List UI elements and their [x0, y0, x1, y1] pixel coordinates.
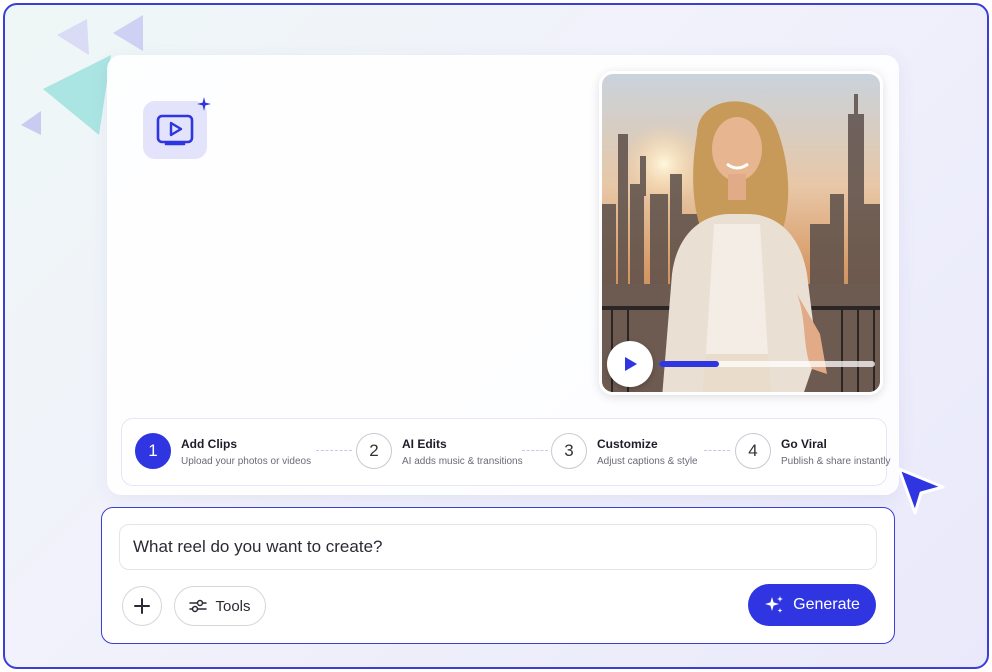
step-title: Add Clips	[181, 437, 237, 451]
prompt-input[interactable]	[119, 524, 877, 570]
step-description: Upload your photos or videos	[181, 456, 312, 467]
play-button[interactable]	[607, 341, 653, 387]
generate-button[interactable]: Generate	[748, 584, 876, 626]
add-button[interactable]	[122, 586, 162, 626]
step-title: Customize	[597, 437, 658, 451]
step-connector	[522, 450, 548, 451]
cursor-pointer-icon	[897, 467, 945, 515]
step-connector	[704, 450, 730, 451]
step-number: 4	[735, 433, 771, 469]
step-description: AI adds music & transitions	[402, 456, 523, 467]
video-preview[interactable]	[599, 71, 883, 395]
step-title: AI Edits	[402, 437, 447, 451]
step-connector	[316, 450, 352, 451]
video-progress-fill	[659, 361, 720, 367]
sparkle-icon	[197, 97, 211, 111]
step-description: Publish & share instantly	[781, 456, 891, 467]
step-number: 3	[551, 433, 587, 469]
hero-card: 1 Add Clips Upload your photos or videos…	[107, 55, 899, 495]
video-play-icon	[156, 114, 194, 146]
step-title: Go Viral	[781, 437, 827, 451]
step-number: 2	[356, 433, 392, 469]
sliders-icon	[189, 599, 208, 613]
play-icon	[625, 357, 637, 371]
sparkles-icon	[765, 596, 784, 613]
step-number: 1	[135, 433, 171, 469]
video-progress-bar[interactable]	[659, 361, 875, 367]
tools-button[interactable]: Tools	[174, 586, 266, 626]
plus-icon	[134, 598, 150, 614]
tools-label: Tools	[215, 597, 251, 615]
generate-label: Generate	[793, 596, 860, 613]
prompt-composer: Tools Generate	[101, 507, 895, 644]
step-description: Adjust captions & style	[597, 456, 698, 467]
steps-bar: 1 Add Clips Upload your photos or videos…	[121, 418, 891, 486]
